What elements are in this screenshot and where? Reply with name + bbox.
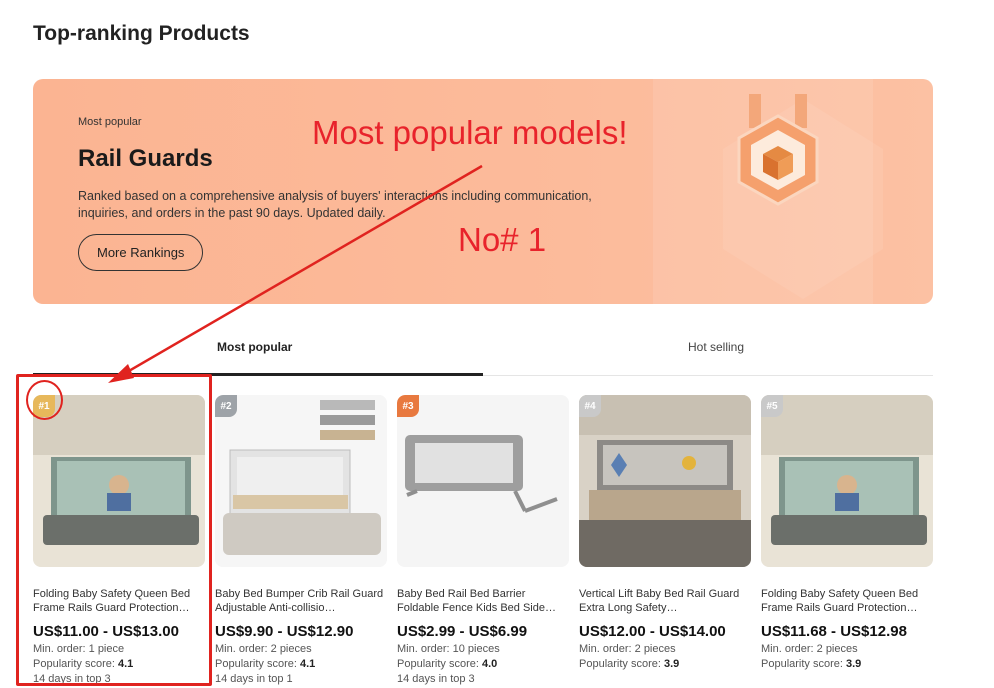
product-price: US$9.90 - US$12.90 <box>215 623 354 640</box>
days-in-top: 14 days in top 3 <box>33 673 111 685</box>
banner-kicker: Most popular <box>78 116 142 128</box>
product-price: US$12.00 - US$14.00 <box>579 623 726 640</box>
product-title[interactable]: Vertical Lift Baby Bed Rail Guard Extra … <box>579 587 751 615</box>
product-image[interactable]: #4 <box>579 395 751 567</box>
rank-badge: #1 <box>33 395 55 417</box>
more-rankings-button[interactable]: More Rankings <box>78 234 204 271</box>
bed-rail-illustration <box>579 395 751 567</box>
product-image[interactable]: #5 <box>761 395 933 567</box>
page-title: Top-ranking Products <box>33 22 250 45</box>
product-card[interactable]: #3 Baby Bed Rail Bed Barrier Foldable Fe… <box>397 395 569 685</box>
bed-rail-illustration <box>761 395 933 567</box>
bed-rail-illustration <box>33 395 205 567</box>
product-card[interactable]: #4 Vertical Lift Baby Bed Rail Guard Ext… <box>579 395 751 673</box>
product-price: US$11.00 - US$13.00 <box>33 623 179 640</box>
annotation-rank: No# 1 <box>458 221 547 258</box>
product-price: US$2.99 - US$6.99 <box>397 623 528 640</box>
days-in-top: 14 days in top 3 <box>397 673 475 685</box>
product-title[interactable]: Baby Bed Rail Bed Barrier Foldable Fence… <box>397 587 569 615</box>
days-in-top: 14 days in top 1 <box>215 673 293 685</box>
rank-badge: #4 <box>579 395 601 417</box>
category-heading: Rail Guards <box>78 145 213 172</box>
ranking-badge-icon <box>737 94 819 206</box>
product-title[interactable]: Folding Baby Safety Queen Bed Frame Rail… <box>33 587 205 615</box>
product-title[interactable]: Folding Baby Safety Queen Bed Frame Rail… <box>761 587 933 615</box>
product-title[interactable]: Baby Bed Bumper Crib Rail Guard Adjustab… <box>215 587 387 615</box>
min-order: Min. order: 2 pieces <box>761 643 858 655</box>
product-image[interactable]: #1 <box>33 395 205 567</box>
min-order: Min. order: 10 pieces <box>397 643 500 655</box>
popularity-score: Popularity score: 4.1 <box>33 658 134 670</box>
bed-rail-illustration <box>215 395 387 567</box>
rank-badge: #2 <box>215 395 237 417</box>
active-tab-indicator <box>33 373 483 376</box>
ranking-banner: Most popular Rail Guards Ranked based on… <box>33 79 933 304</box>
popularity-score: Popularity score: 3.9 <box>579 658 680 670</box>
product-image[interactable]: #2 <box>215 395 387 567</box>
annotation-headline: Most popular models! <box>312 114 628 151</box>
popularity-score: Popularity score: 4.0 <box>397 658 498 670</box>
product-card[interactable]: #2 Baby Bed Bumper Crib Rail Guard Adjus… <box>215 395 387 685</box>
popularity-score: Popularity score: 4.1 <box>215 658 316 670</box>
tab-most-popular[interactable]: Most popular <box>217 340 292 354</box>
rank-badge: #5 <box>761 395 783 417</box>
min-order: Min. order: 2 pieces <box>215 643 312 655</box>
popularity-score: Popularity score: 3.9 <box>761 658 862 670</box>
product-price: US$11.68 - US$12.98 <box>761 623 907 640</box>
ranking-tabs: Most popular Hot selling <box>33 330 933 376</box>
min-order: Min. order: 2 pieces <box>579 643 676 655</box>
rank-badge: #3 <box>397 395 419 417</box>
bed-rail-illustration <box>397 395 569 567</box>
min-order: Min. order: 1 piece <box>33 643 125 655</box>
tab-hot-selling[interactable]: Hot selling <box>688 340 744 354</box>
product-card[interactable]: #5 Folding Baby Safety Queen Bed Frame R… <box>761 395 933 673</box>
ranking-description: Ranked based on a comprehensive analysis… <box>78 189 592 220</box>
product-image[interactable]: #3 <box>397 395 569 567</box>
product-card[interactable]: #1 Folding Baby Safety Queen Bed Frame R… <box>33 395 205 685</box>
